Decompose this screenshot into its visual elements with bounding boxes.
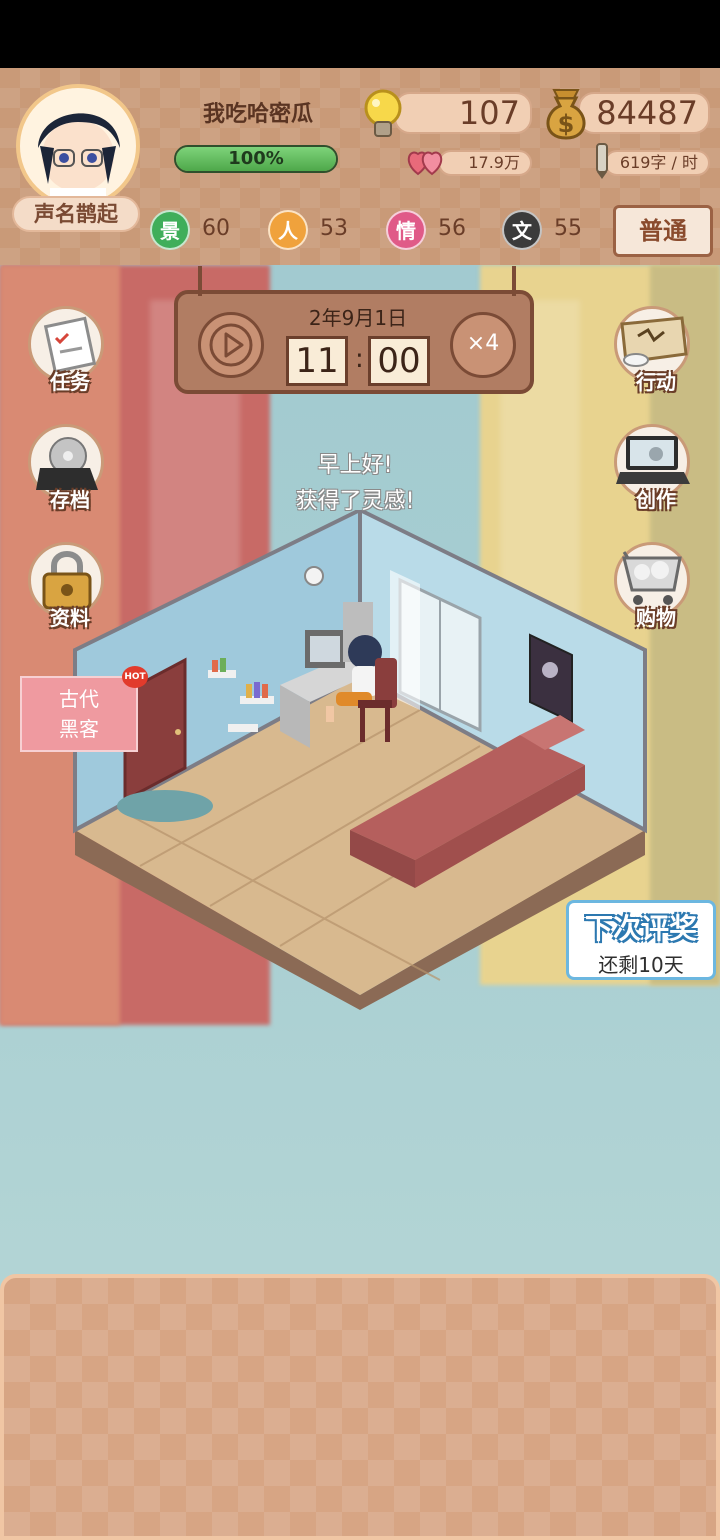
player-character-body	[352, 666, 378, 696]
stat-emotion-value: 56	[438, 216, 466, 241]
laptop-icon	[616, 436, 690, 484]
save-button[interactable]: 存档	[28, 424, 112, 512]
play-button[interactable]	[198, 312, 264, 378]
inspiration-value: 107	[458, 94, 520, 132]
lightbulb-icon	[364, 89, 402, 137]
clock-colon: :	[355, 344, 364, 374]
speed-multiplier-button[interactable]: ×4	[450, 312, 516, 378]
hearts-icon	[407, 151, 443, 176]
money-counter: 84487	[578, 92, 710, 134]
award-remaining: 还剩10天	[598, 953, 684, 977]
stat-character-value: 53	[320, 216, 348, 241]
create-label: 创作	[636, 488, 676, 512]
action-button[interactable]: 行动	[614, 306, 698, 394]
progress-bar: 100%	[174, 145, 338, 173]
tasks-label: 任务	[50, 370, 90, 394]
stat-character-icon: 人	[268, 210, 308, 250]
clock-hour: 11	[286, 336, 348, 386]
player-avatar[interactable]	[16, 84, 140, 208]
fans-value: 17.9万	[468, 153, 520, 172]
player-name: 我吃哈密瓜	[202, 102, 313, 127]
stat-emotion-icon: 情	[386, 210, 426, 250]
door-rug	[117, 790, 213, 822]
profile-label: 资料	[50, 606, 90, 630]
clock-date: 2年9月1日	[308, 306, 408, 330]
writing-speed-value: 619字 / 时	[619, 153, 698, 172]
clipboard-icon	[43, 316, 97, 374]
speech-line-2: 获得了灵感!	[295, 489, 415, 514]
character-speech: 早上好! 获得了灵感!	[270, 448, 440, 520]
svg-text:$: $	[558, 110, 575, 138]
event-card-line-1: 古代	[59, 687, 99, 711]
stat-scenery-value: 60	[202, 216, 230, 241]
next-award-panel[interactable]: 下次评奖 还剩10天	[566, 900, 716, 980]
event-card-ancient-hacker[interactable]: 古代 黑客	[20, 676, 138, 752]
progress-text: 100%	[228, 148, 284, 169]
shopping-label: 购物	[636, 606, 676, 630]
award-title: 下次评奖	[584, 912, 697, 945]
play-icon	[209, 323, 253, 367]
fans-counter: 17.9万	[438, 150, 532, 176]
speech-line-1: 早上好!	[317, 453, 393, 478]
game-screen: 声名鹊起 我吃哈密瓜 100% 107 84487 $ 17.9万 619字 /…	[0, 0, 720, 1540]
action-label: 行动	[636, 370, 676, 394]
difficulty-mode-button[interactable]: 普通	[613, 205, 713, 257]
shopping-cart-icon	[622, 551, 682, 605]
map-scroll-icon	[620, 316, 688, 367]
money-bag-icon: $	[546, 89, 586, 140]
shopping-button[interactable]: 购物	[614, 542, 698, 630]
stat-scenery-icon: 景	[150, 210, 190, 250]
create-button[interactable]: 创作	[614, 424, 698, 512]
speed-multiplier-label: ×4	[466, 331, 500, 356]
wall-clock	[304, 566, 324, 586]
clock-hanger-right	[512, 266, 516, 296]
avatar-portrait-icon	[38, 113, 120, 204]
stat-writing-value: 55	[554, 216, 582, 241]
profile-button[interactable]: 资料	[28, 542, 112, 630]
tasks-button[interactable]: 任务	[28, 306, 112, 394]
wall-shelf	[228, 724, 258, 732]
event-card-line-2: 黑客	[59, 717, 99, 741]
clock-hanger-left	[198, 266, 202, 296]
save-label: 存档	[50, 488, 90, 512]
clock-minute: 00	[368, 336, 430, 386]
game-clock-panel: 2年9月1日 11 : 00 ×4	[174, 290, 534, 394]
money-value: 84487	[596, 94, 698, 132]
stat-writing-icon: 文	[502, 210, 542, 250]
inspiration-counter: 107	[394, 92, 532, 134]
writing-speed-counter: 619字 / 时	[604, 150, 710, 176]
fame-title-badge: 声名鹊起	[12, 196, 140, 232]
bottom-panel	[0, 1274, 720, 1540]
pen-icon	[596, 143, 608, 179]
hot-badge: HOT	[122, 666, 148, 688]
